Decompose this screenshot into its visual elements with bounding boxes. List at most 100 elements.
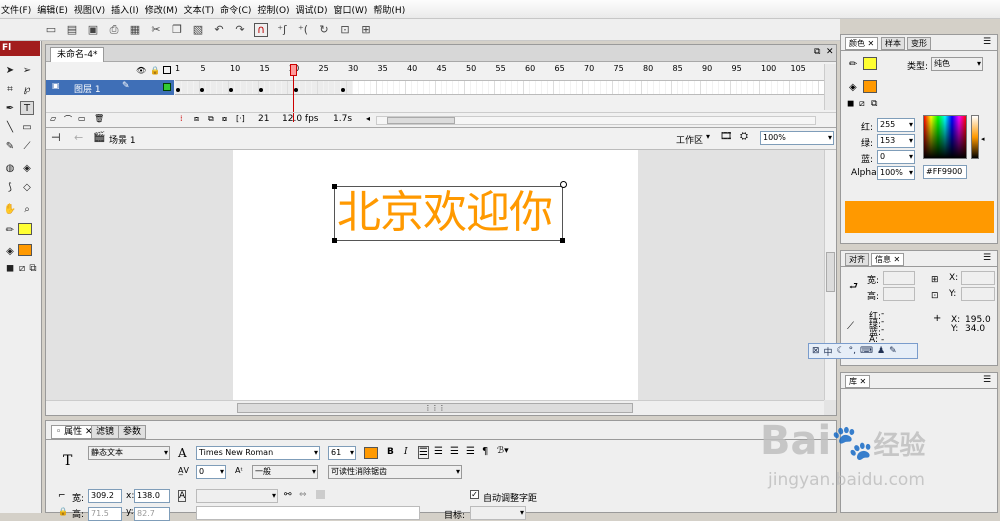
timeline-vscrollbar[interactable] (824, 64, 836, 110)
default-colors-icon[interactable]: ◼ (847, 99, 854, 109)
instance-name-dropdown[interactable] (196, 489, 278, 503)
add-folder-icon[interactable]: ▭ (78, 114, 86, 123)
hex-field[interactable]: #FF9900 (923, 165, 967, 179)
add-layer-icon[interactable]: ▱ (50, 114, 56, 123)
paint-bucket-tool-icon[interactable]: ◈ (20, 161, 34, 175)
menu-help[interactable]: 帮助(H) (373, 3, 411, 16)
panel-menu-icon[interactable]: ☰ (983, 37, 991, 47)
rotate-icon[interactable]: ↻ (317, 23, 331, 37)
green-field[interactable]: 153 (877, 134, 915, 148)
text-type-dropdown[interactable]: 静态文本 (88, 446, 170, 460)
menu-view[interactable]: 视图(V) (74, 3, 111, 16)
lock-icon[interactable]: 🔒 (150, 66, 160, 75)
restore-window-icon[interactable]: ⧉ (814, 47, 820, 57)
brush-tool-icon[interactable]: ⟋ (20, 139, 34, 153)
justify-icon[interactable]: ☰ (466, 446, 475, 457)
ime-logo-icon[interactable]: ⊠ (812, 346, 820, 356)
open-folder-icon[interactable]: ▤ (65, 23, 79, 37)
zoom-tool-icon[interactable]: ⌕ (20, 202, 34, 216)
fill-color-swatch[interactable] (863, 80, 877, 93)
bold-button[interactable]: B (387, 447, 394, 457)
scale-icon[interactable]: ⊡ (338, 23, 352, 37)
stroke-color-icon[interactable]: ✏ (3, 223, 17, 237)
text-tool-icon[interactable]: T (20, 101, 34, 115)
info-height-field[interactable] (883, 287, 915, 301)
redo-icon[interactable]: ↷ (233, 23, 247, 37)
paste-icon[interactable]: ▧ (191, 23, 205, 37)
tab-swatches[interactable]: 样本 (881, 37, 905, 50)
close-window-icon[interactable]: ✕ (826, 47, 834, 57)
menu-text[interactable]: 文本(T) (184, 3, 221, 16)
lock-proportion-icon[interactable]: ⌐ (58, 491, 66, 501)
ime-keyboard-icon[interactable]: ⌨ (860, 346, 873, 356)
width-field[interactable]: 309.2 (88, 489, 122, 503)
menu-insert[interactable]: 插入(I) (111, 3, 145, 16)
color-spectrum[interactable] (923, 115, 967, 159)
ime-punctuation-icon[interactable]: °, (849, 346, 856, 356)
color-type-dropdown[interactable]: 纯色 (931, 57, 983, 71)
swap-colors-icon[interactable]: ⧉ (26, 261, 40, 275)
onion-skin-icon[interactable]: ⧈ (194, 114, 199, 124)
red-field[interactable]: 255 (877, 118, 915, 132)
align-left-icon[interactable]: ☰ (418, 446, 429, 459)
auto-kern-checkbox[interactable]: ✓ (470, 490, 479, 499)
stroke-color-swatch[interactable] (863, 57, 877, 70)
resize-handle-round[interactable] (560, 181, 567, 188)
layer-row[interactable]: ▣ 图层 1 ✎ (46, 80, 174, 95)
anti-alias-dropdown[interactable]: 可读性消除锯齿 (328, 465, 462, 479)
info-x-field[interactable] (961, 271, 995, 285)
text-box[interactable]: 北京欢迎你 (332, 181, 567, 243)
eraser-tool-icon[interactable]: ◇ (20, 180, 34, 194)
smooth-icon[interactable]: ⁺ʃ (275, 23, 289, 37)
layer-frames[interactable] (175, 80, 830, 95)
alpha-field[interactable]: 100% (877, 166, 915, 180)
stage-text[interactable]: 北京欢迎你 (337, 188, 553, 238)
print-preview-icon[interactable]: ▦ (128, 23, 142, 37)
char-position-dropdown[interactable]: 一般 (252, 465, 318, 479)
document-tab[interactable]: 未命名-4* (50, 47, 105, 62)
swap-colors-icon[interactable]: ⧉ (871, 99, 877, 109)
panel-menu-icon[interactable]: ☰ (983, 253, 991, 263)
add-guide-icon[interactable]: ⌒ (64, 114, 72, 125)
hand-tool-icon[interactable]: ✋ (3, 202, 17, 216)
menu-commands[interactable]: 命令(C) (220, 3, 257, 16)
letter-spacing-field[interactable]: 0 (196, 465, 226, 479)
keyframe-dot[interactable] (258, 88, 263, 92)
resize-handle[interactable] (332, 238, 337, 243)
snap-magnet-icon[interactable]: ∩ (254, 22, 268, 37)
font-size-field[interactable]: 61 (328, 446, 356, 460)
menu-edit[interactable]: 编辑(E) (37, 3, 74, 16)
registration-grid-alt-icon[interactable]: ⊡ (931, 291, 939, 301)
cut-icon[interactable]: ✂ (149, 23, 163, 37)
free-transform-tool-icon[interactable]: ⌗ (3, 82, 17, 96)
stage-vscrollbar[interactable] (824, 150, 836, 400)
x-field[interactable]: 138.0 (134, 489, 170, 503)
line-tool-icon[interactable]: ╲ (3, 120, 17, 134)
target-dropdown[interactable] (470, 506, 526, 520)
fill-color-icon[interactable]: ◈ (3, 244, 17, 258)
new-file-icon[interactable]: ▭ (44, 23, 58, 37)
lasso-tool-icon[interactable]: ℘ (20, 82, 34, 96)
y-field[interactable]: 82.7 (134, 507, 170, 521)
onion-markers-icon[interactable]: [·] (236, 114, 245, 123)
edit-symbol-icon[interactable]: 🎞 (720, 131, 733, 142)
onion-outline-icon[interactable]: ⧉ (208, 114, 214, 124)
straighten-icon[interactable]: ⁺( (296, 23, 310, 37)
subselection-tool-icon[interactable]: ➢ (20, 63, 34, 77)
menu-file[interactable]: 文件(F) (0, 3, 37, 16)
ime-user-icon[interactable]: ♟ (877, 346, 885, 356)
menu-control[interactable]: 控制(O) (257, 3, 295, 16)
blue-field[interactable]: 0 (877, 150, 915, 164)
menu-debug[interactable]: 调试(D) (296, 3, 334, 16)
workspace-label[interactable]: 工作区 (676, 133, 703, 146)
workspace-dropdown-icon[interactable]: ▾ (706, 132, 710, 141)
brightness-slider[interactable] (971, 115, 979, 159)
back-arrow-icon[interactable]: ← (74, 131, 83, 144)
italic-button[interactable]: I (404, 447, 408, 457)
align-icon[interactable]: ⊞ (359, 23, 373, 37)
ime-mode[interactable]: 中 (824, 345, 833, 358)
slider-arrow-icon[interactable]: ◂ (981, 135, 985, 143)
edit-multiple-icon[interactable]: ⧇ (222, 114, 227, 124)
link-icon[interactable]: ⚯ (284, 490, 292, 500)
pencil-tool-icon[interactable]: ✎ (3, 139, 17, 153)
